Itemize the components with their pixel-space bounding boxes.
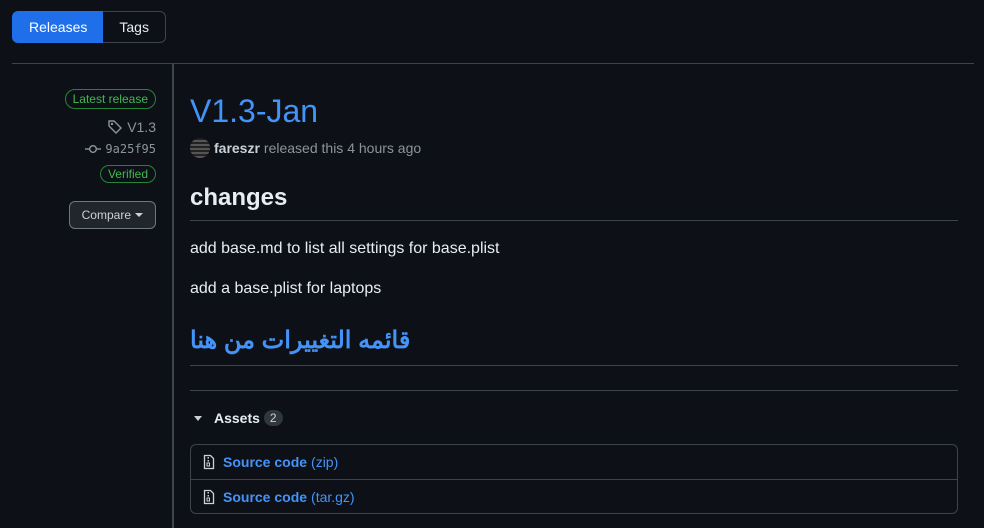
asset-ext[interactable]: (tar.gz)	[311, 489, 355, 505]
verified-badge[interactable]: Verified	[99, 165, 156, 183]
released-text: released this 4 hours ago	[263, 140, 422, 156]
changelog-link-heading: قائمه التغييرات من هنا	[190, 325, 958, 366]
release-tabs: Releases Tags	[12, 11, 166, 43]
asset-name[interactable]: Source code	[223, 454, 307, 470]
tab-tags[interactable]: Tags	[103, 11, 166, 43]
change-line-1: add base.md to list all settings for bas…	[190, 240, 500, 257]
chevron-down-icon	[135, 213, 143, 217]
tab-releases[interactable]: Releases	[12, 11, 104, 43]
compare-button[interactable]: Compare	[68, 201, 156, 229]
commit-hash: 9a25f95	[105, 142, 156, 156]
assets-label: Assets	[214, 410, 260, 426]
file-zip-icon	[203, 454, 215, 470]
changes-heading: changes	[190, 184, 958, 221]
tag-link[interactable]: V1.3	[107, 119, 156, 135]
author-link[interactable]: fareszr	[214, 140, 260, 156]
sidebar-divider	[172, 64, 174, 528]
compare-label: Compare	[81, 208, 131, 222]
release-body: V1.3-Jan fareszr released this 4 hours a…	[190, 90, 958, 514]
release-title[interactable]: V1.3-Jan	[190, 90, 958, 132]
commit-link[interactable]: 9a25f95	[85, 141, 156, 157]
assets-toggle[interactable]: Assets 2	[190, 408, 958, 428]
asset-item[interactable]: Source code (zip)	[191, 445, 957, 479]
header-divider	[12, 63, 974, 64]
asset-name[interactable]: Source code	[223, 489, 307, 505]
tag-icon	[108, 120, 123, 134]
assets-list: Source code (zip) Source code (tar.gz)	[190, 444, 958, 514]
latest-release-badge: Latest release	[64, 89, 156, 109]
commit-icon	[85, 144, 102, 153]
caret-down-icon	[194, 415, 202, 421]
file-zip-icon	[203, 489, 215, 504]
asset-ext[interactable]: (zip)	[311, 454, 338, 470]
assets-divider	[190, 390, 958, 391]
assets-count: 2	[263, 410, 283, 426]
avatar[interactable]	[190, 138, 210, 158]
release-meta: fareszr released this 4 hours ago	[190, 138, 958, 158]
release-sidebar: Latest release V1.3 9a25f95 Verified Com…	[64, 89, 156, 229]
asset-item[interactable]: Source code (tar.gz)	[191, 479, 957, 513]
tag-label: V1.3	[127, 119, 156, 135]
change-line-2: add a base.plist for laptops	[190, 280, 382, 297]
changelog-link[interactable]: قائمه التغييرات من هنا	[190, 325, 410, 357]
